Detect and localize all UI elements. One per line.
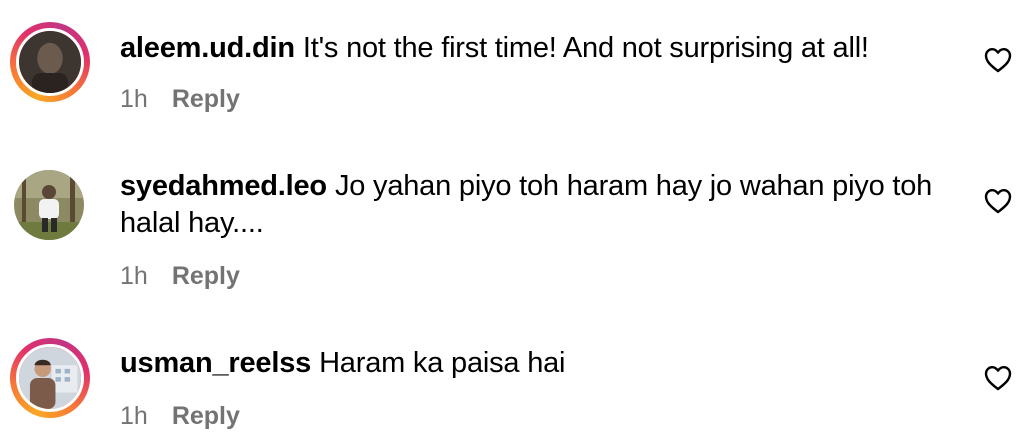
comment-username[interactable]: usman_reelss xyxy=(120,347,311,379)
avatar[interactable] xyxy=(10,22,90,102)
heart-icon[interactable] xyxy=(984,365,1012,391)
comment-time: 1h xyxy=(120,262,148,290)
comment-meta: 1h Reply xyxy=(120,261,240,291)
avatar[interactable] xyxy=(10,338,90,418)
user-avatar-icon xyxy=(19,31,81,93)
comment-item: syedahmed.leo Jo yahan piyo toh haram hay… xyxy=(0,140,1024,310)
reply-button[interactable]: Reply xyxy=(172,262,240,290)
comment-item: usman_reelss Haram ka paisa hai 1h Reply xyxy=(0,310,1024,444)
comment-item: aleem.ud.din It's not the first time! And… xyxy=(0,0,1024,140)
comment-text: It's not the first time! And not surpris… xyxy=(302,32,869,64)
comment-time: 1h xyxy=(120,85,148,113)
avatar-image xyxy=(14,170,84,240)
comment-body: syedahmed.leo Jo yahan piyo toh haram hay… xyxy=(120,168,960,242)
comment-body: aleem.ud.din It's not the first time! And… xyxy=(120,30,940,67)
comment-time: 1h xyxy=(120,402,148,430)
comment-meta: 1h Reply xyxy=(120,401,240,431)
avatar-image xyxy=(16,344,84,412)
comment-body: usman_reelss Haram ka paisa hai xyxy=(120,345,940,382)
comment-meta: 1h Reply xyxy=(120,84,240,114)
comment-text: Haram ka paisa hai xyxy=(319,347,566,379)
heart-icon[interactable] xyxy=(984,47,1012,73)
reply-button[interactable]: Reply xyxy=(172,85,240,113)
reply-button[interactable]: Reply xyxy=(172,402,240,430)
comment-username[interactable]: syedahmed.leo xyxy=(120,170,327,202)
avatar[interactable] xyxy=(10,166,90,246)
comment-username[interactable]: aleem.ud.din xyxy=(120,32,295,64)
user-avatar-icon xyxy=(19,347,81,409)
avatar-image xyxy=(16,28,84,96)
user-avatar-icon xyxy=(14,170,84,240)
heart-icon[interactable] xyxy=(984,188,1012,214)
